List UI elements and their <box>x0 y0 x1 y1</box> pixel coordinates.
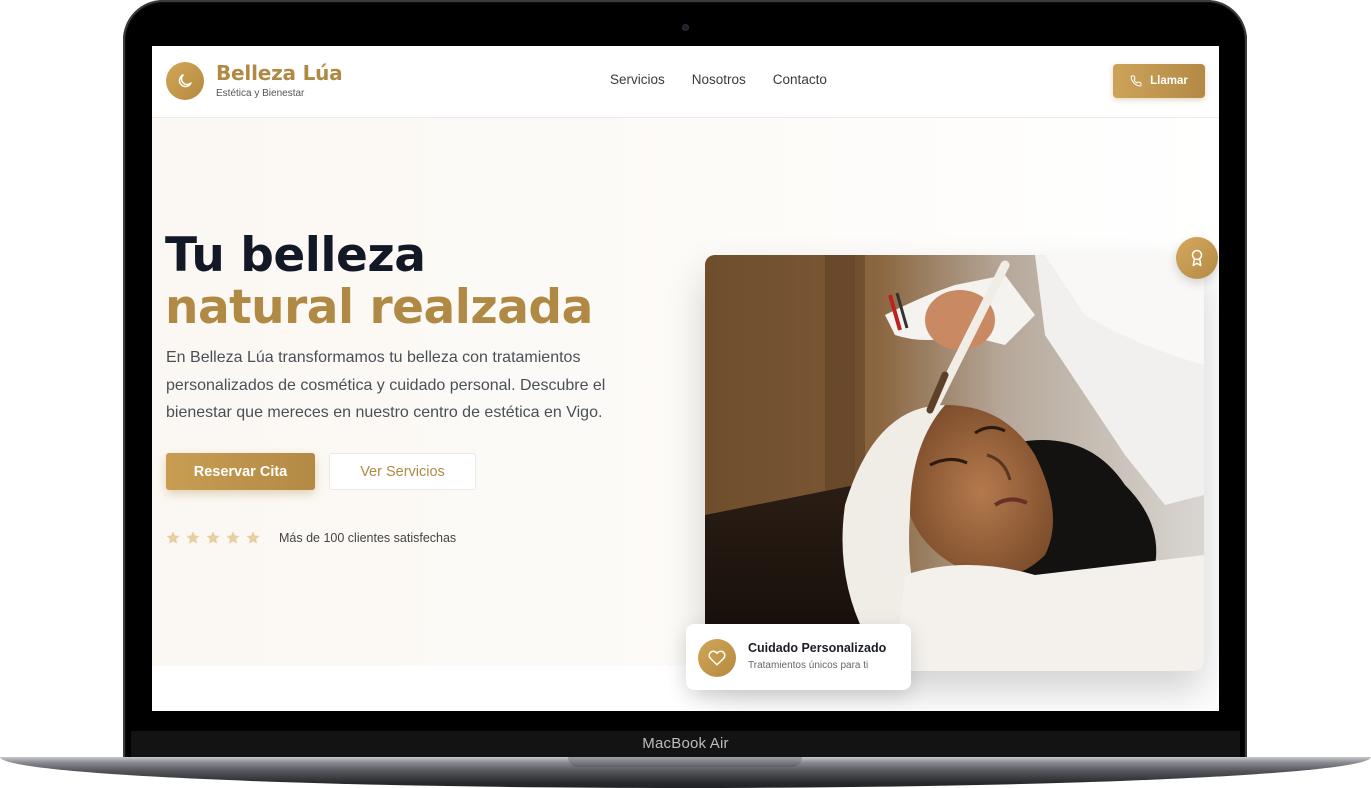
phone-icon <box>1130 75 1142 87</box>
webcam <box>682 24 689 31</box>
brand-name[interactable]: Belleza Lúa <box>216 61 343 85</box>
book-appointment-button[interactable]: Reservar Cita <box>166 453 315 490</box>
brand-tagline: Estética y Bienestar <box>216 88 305 99</box>
nav-link-nosotros[interactable]: Nosotros <box>692 72 746 87</box>
view-services-button[interactable]: Ver Servicios <box>329 453 476 490</box>
star-icon <box>166 531 180 544</box>
award-icon <box>1191 249 1203 267</box>
facial-treatment-illustration <box>705 255 1204 671</box>
logo[interactable] <box>166 62 204 100</box>
feature-card-title: Cuidado Personalizado <box>748 641 887 655</box>
device-label: MacBook Air <box>642 735 729 752</box>
hero-title-line1: Tu belleza <box>165 228 426 283</box>
nav-link-servicios[interactable]: Servicios <box>610 72 665 87</box>
feature-card-icon <box>698 639 736 677</box>
navbar: Belleza Lúa Estética y Bienestar Servici… <box>152 46 1219 118</box>
hero-section: Tu belleza natural realzada En Belleza L… <box>152 118 1219 690</box>
feature-card: Cuidado Personalizado Tratamientos único… <box>686 624 911 690</box>
award-badge <box>1176 237 1218 279</box>
rating-text: Más de 100 clientes satisfechas <box>279 531 457 545</box>
main-nav: Servicios Nosotros Contacto <box>610 72 827 87</box>
star-icon <box>246 531 260 544</box>
feature-card-subtitle: Tratamientos únicos para ti <box>748 660 869 671</box>
star-icon <box>206 531 220 544</box>
nav-link-contacto[interactable]: Contacto <box>773 72 827 87</box>
call-button-label: Llamar <box>1150 75 1188 87</box>
heart-icon <box>708 650 726 666</box>
moon-icon <box>178 74 192 88</box>
browser-screen: Belleza Lúa Estética y Bienestar Servici… <box>152 46 1219 711</box>
call-button[interactable]: Llamar <box>1113 64 1205 98</box>
rating-stars <box>165 530 261 546</box>
hero-title: Tu belleza natural realzada <box>165 230 593 334</box>
hero-description: En Belleza Lúa transformamos tu belleza … <box>166 349 606 421</box>
star-icon <box>226 531 240 544</box>
hero-title-line2: natural realzada <box>165 280 593 335</box>
laptop-notch <box>568 757 802 767</box>
rating: Más de 100 clientes satisfechas <box>165 530 456 546</box>
hero-image-facial-treatment <box>705 255 1204 671</box>
star-icon <box>186 531 200 544</box>
